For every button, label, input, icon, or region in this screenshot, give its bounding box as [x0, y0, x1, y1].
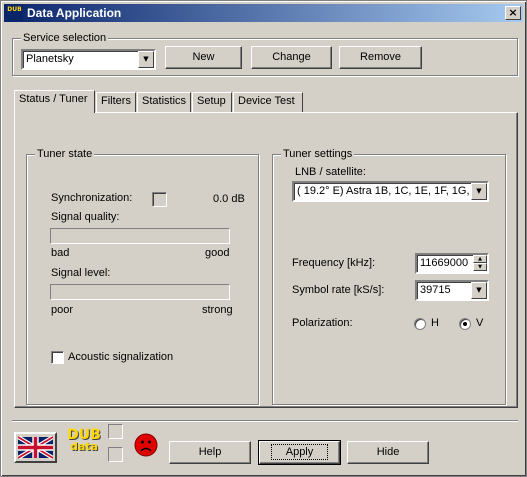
acoustic-checkbox[interactable] — [51, 351, 64, 364]
change-button[interactable]: Change — [251, 46, 332, 69]
frequency-label: Frequency [kHz]: — [292, 257, 376, 269]
help-button-label: Help — [198, 446, 222, 458]
close-button[interactable]: × — [505, 6, 521, 20]
signal-level-low: poor — [51, 304, 74, 316]
signal-level-bar — [50, 284, 230, 300]
tab-label: Setup — [197, 95, 226, 107]
service-select-value: Planetsky — [26, 53, 74, 65]
new-button[interactable]: New — [165, 46, 242, 69]
chevron-down-icon[interactable]: ▼ — [471, 282, 487, 299]
lnb-select[interactable]: ( 19.2° E) Astra 1B, 1C, 1E, 1F, 1G, 1 ▼ — [292, 181, 489, 202]
frequency-value: 11669000 — [420, 257, 469, 269]
service-selection-label: Service selection — [21, 32, 109, 45]
logo-line2: data — [70, 440, 98, 453]
title-bar[interactable]: DUB Data Application × — [4, 4, 523, 22]
app-icon: DUB — [6, 5, 23, 21]
lnb-select-value: ( 19.2° E) Astra 1B, 1C, 1E, 1F, 1G, 1 — [297, 185, 469, 197]
indicator-box-bottom — [108, 447, 123, 462]
tab-filters[interactable]: Filters — [96, 92, 136, 112]
tab-statistics[interactable]: Statistics — [137, 92, 191, 112]
signal-level-label: Signal level: — [51, 267, 111, 279]
polarization-h-radio[interactable] — [414, 318, 426, 330]
uk-flag-icon[interactable] — [14, 432, 57, 463]
polarization-h-label[interactable]: H — [431, 317, 439, 329]
window-title: Data Application — [27, 6, 122, 20]
app-window: DUB Data Application × Service selection… — [0, 0, 527, 477]
polarization-v-radio[interactable] — [459, 318, 471, 330]
chevron-down-icon[interactable]: ▼ — [138, 51, 154, 68]
apply-button-label: Apply — [270, 444, 329, 460]
new-button-label: New — [192, 51, 215, 63]
acoustic-label[interactable]: Acoustic signalization — [68, 351, 173, 363]
signal-quality-high: good — [205, 247, 230, 259]
tuner-settings-label: Tuner settings — [281, 148, 355, 161]
frequency-spin[interactable]: ▲ ▼ — [473, 255, 487, 272]
sad-face-icon — [134, 433, 158, 457]
symbol-rate-select[interactable]: 39715 ▼ — [415, 280, 489, 301]
tab-label: Statistics — [142, 95, 187, 107]
tab-label: Device Test — [238, 95, 295, 107]
polarization-v-label[interactable]: V — [476, 317, 483, 329]
uk-flag-svg — [16, 435, 55, 460]
dub-data-logo: DUB data — [67, 428, 101, 457]
help-button[interactable]: Help — [169, 441, 251, 464]
tuner-state-label: Tuner state — [35, 148, 95, 161]
signal-quality-bar — [50, 228, 230, 244]
tab-label: Filters — [101, 95, 131, 107]
sync-indicator — [152, 192, 167, 207]
signal-level-high: strong — [202, 304, 233, 316]
tab-status-tuner[interactable]: Status / Tuner — [14, 90, 95, 113]
tab-label: Status / Tuner — [19, 93, 88, 105]
symbol-rate-value: 39715 — [420, 284, 451, 296]
service-select[interactable]: Planetsky ▼ — [21, 49, 156, 70]
change-button-label: Change — [272, 51, 311, 63]
spin-down-icon[interactable]: ▼ — [473, 263, 487, 271]
signal-quality-label: Signal quality: — [51, 211, 120, 223]
hide-button[interactable]: Hide — [347, 441, 429, 464]
sync-label: Synchronization: — [51, 192, 133, 204]
remove-button[interactable]: Remove — [339, 46, 422, 69]
sync-value: 0.0 dB — [213, 193, 245, 205]
lnb-label: LNB / satellite: — [295, 166, 366, 178]
chevron-down-icon[interactable]: ▼ — [471, 183, 487, 200]
symbol-rate-label: Symbol rate [kS/s]: — [292, 284, 385, 296]
indicator-box-top — [108, 424, 123, 439]
spin-up-icon[interactable]: ▲ — [473, 255, 487, 263]
tab-setup[interactable]: Setup — [192, 92, 232, 112]
apply-button[interactable]: Apply — [258, 440, 341, 465]
remove-button-label: Remove — [360, 51, 401, 63]
hide-button-label: Hide — [376, 446, 400, 458]
frequency-stepper[interactable]: 11669000 ▲ ▼ — [415, 253, 489, 274]
tab-device-test[interactable]: Device Test — [233, 92, 303, 112]
polarization-label: Polarization: — [292, 317, 353, 329]
footer-separator — [12, 420, 518, 422]
signal-quality-low: bad — [51, 247, 70, 259]
